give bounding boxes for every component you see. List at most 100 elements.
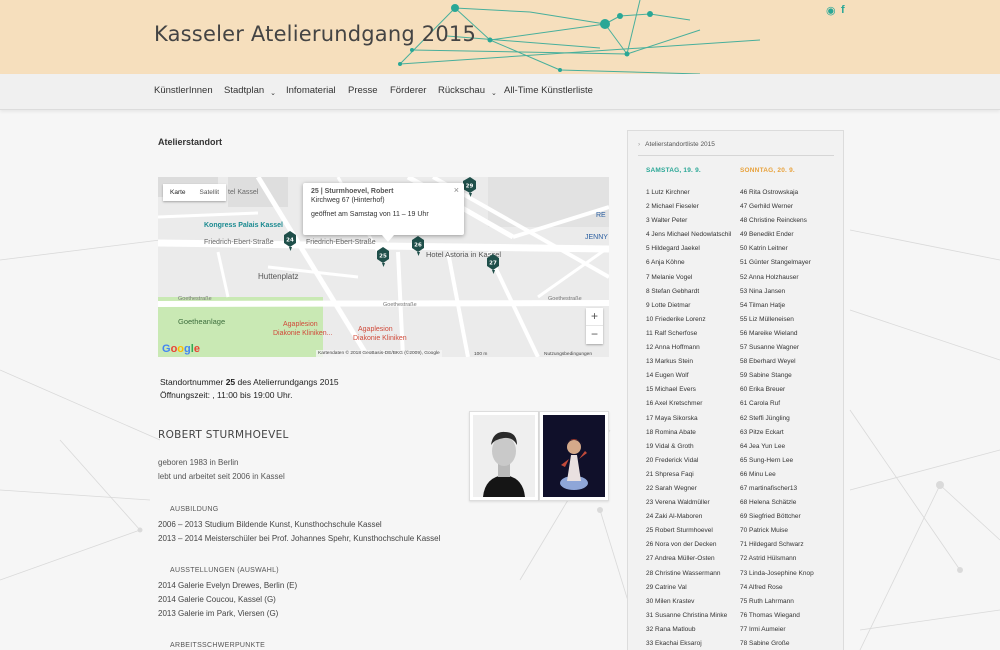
artist-link[interactable]: 4 Jens Michael Nedowlatschil [646, 228, 731, 242]
artist-link[interactable]: 33 Ekachai Eksaroj [646, 637, 731, 650]
map-terms-link[interactable]: Nutzungsbedingungen [544, 352, 592, 357]
artist-link[interactable]: 49 Benedikt Ender [740, 228, 814, 242]
artist-link[interactable]: 64 Jea Yun Lee [740, 440, 814, 454]
artist-link[interactable]: 13 Markus Stein [646, 355, 731, 369]
artist-link[interactable]: 12 Anna Hoffmann [646, 341, 731, 355]
artist-link[interactable]: 16 Axel Kretschmer [646, 397, 731, 411]
map-marker-24[interactable]: 24 [284, 231, 296, 251]
artist-link[interactable]: 17 Maya Sikorska [646, 412, 731, 426]
zoom-in-button[interactable]: + [586, 308, 603, 326]
artist-link[interactable]: 71 Hildegard Schwarz [740, 538, 814, 552]
artist-link[interactable]: 57 Susanne Wagner [740, 341, 814, 355]
artist-link[interactable]: 76 Thomas Wiegand [740, 609, 814, 623]
artist-link[interactable]: 67 martinafischer13 [740, 482, 814, 496]
artist-link[interactable]: 21 Shpresa Faqi [646, 468, 731, 482]
nav-item-stadtplan[interactable]: Stadtplan ⌄ [224, 85, 276, 97]
artist-link[interactable]: 78 Sabine Große [740, 637, 814, 650]
site-title[interactable]: Kasseler Atelierundgang 2015 [154, 22, 476, 46]
nav-item-all-time-kuenstlerliste[interactable]: All-Time Künstlerliste [504, 85, 593, 96]
artist-portrait-image[interactable] [469, 411, 539, 501]
artist-link[interactable]: 55 Liz Mülleneisen [740, 313, 814, 327]
artist-link[interactable]: 51 Günter Stangelmayer [740, 256, 814, 270]
artist-link[interactable]: 47 Gerhild Werner [740, 200, 814, 214]
zoom-out-button[interactable]: − [586, 326, 603, 344]
artist-link[interactable]: 46 Rita Ostrowskaja [740, 186, 814, 200]
artist-link[interactable]: 26 Nora von der Decken [646, 538, 731, 552]
location-map[interactable]: tel Kassel Kongress Palais Kassel Friedr… [158, 177, 609, 357]
artist-link[interactable]: 18 Romina Abate [646, 426, 731, 440]
artist-link[interactable]: 5 Hildegard Jaekel [646, 242, 731, 256]
artist-link[interactable]: 54 Tilman Hatje [740, 299, 814, 313]
artist-link[interactable]: 7 Melanie Vogel [646, 271, 731, 285]
artist-link[interactable]: 27 Andrea Müller-Osten [646, 552, 731, 566]
info-window-title: 25 | Sturmhoevel, Robert [311, 188, 394, 195]
artist-link[interactable]: 15 Michael Evers [646, 383, 731, 397]
artist-link[interactable]: 69 Siegfried Böttcher [740, 510, 814, 524]
artist-link[interactable]: 66 Minu Lee [740, 468, 814, 482]
artist-link[interactable]: 31 Susanne Christina Minke [646, 609, 731, 623]
map-type-karte-button[interactable]: Karte [163, 184, 193, 201]
section-line: 2013 – 2014 Meisterschüler bei Prof. Joh… [158, 534, 441, 543]
artist-link[interactable]: 19 Vidal & Groth [646, 440, 731, 454]
artist-link[interactable]: 25 Robert Sturmhoevel [646, 524, 731, 538]
map-info-window: 25 | Sturmhoevel, Robert Kirchweg 67 (Hi… [303, 183, 464, 235]
artist-link[interactable]: 56 Mareike Wieland [740, 327, 814, 341]
artist-link[interactable]: 70 Patrick Muise [740, 524, 814, 538]
artist-link[interactable]: 53 Nina Jansen [740, 285, 814, 299]
artist-link[interactable]: 48 Christine Reinckens [740, 214, 814, 228]
artist-link[interactable]: 65 Sung-Hern Lee [740, 454, 814, 468]
artist-link[interactable]: 62 Steffi Jüngling [740, 412, 814, 426]
artist-link[interactable]: 3 Walter Peter [646, 214, 731, 228]
map-marker-27[interactable]: 27 [487, 254, 499, 274]
artist-link[interactable]: 50 Katrin Leitner [740, 242, 814, 256]
map-marker-29[interactable]: 29 [463, 177, 476, 197]
artist-link[interactable]: 58 Eberhard Weyel [740, 355, 814, 369]
artist-link[interactable]: 10 Friederike Lorenz [646, 313, 731, 327]
nav-item-label: Stadtplan [224, 85, 265, 96]
artist-link[interactable]: 28 Christine Wassermann [646, 567, 731, 581]
facebook-icon[interactable]: f [841, 4, 845, 16]
map-marker-25[interactable]: 25 [377, 247, 389, 267]
map-attribution: Kartendaten © 2018 GeoBasis-DE/BKG (©200… [316, 350, 442, 357]
chevron-down-icon: ⌄ [491, 90, 497, 97]
artist-link[interactable]: 29 Catrine Val [646, 581, 731, 595]
map-marker-26[interactable]: 26 [412, 236, 424, 256]
nav-item-presse[interactable]: Presse [348, 85, 378, 96]
artist-link[interactable]: 73 Linda-Josephine Knop [740, 567, 814, 581]
artist-link[interactable]: 72 Astrid Hülsmann [740, 552, 814, 566]
artist-link[interactable]: 23 Verena Waldmüller [646, 496, 731, 510]
artist-link[interactable]: 60 Erika Breuer [740, 383, 814, 397]
artist-link[interactable]: 24 Zaki Al-Maboren [646, 510, 731, 524]
artist-link[interactable]: 75 Ruth Lahrmann [740, 595, 814, 609]
artwork-image[interactable] [539, 411, 609, 501]
close-icon[interactable]: × [454, 185, 459, 195]
artist-link[interactable]: 77 Irmi Aumeier [740, 623, 814, 637]
sidebar-title[interactable]: › Atelierstandortliste 2015 [638, 141, 715, 148]
site-header: Kasseler Atelierundgang 2015 ◉ f [0, 0, 1000, 74]
rss-icon[interactable]: ◉ [826, 4, 836, 17]
artist-link[interactable]: 52 Anna Holzhauser [740, 271, 814, 285]
nav-item-kuenstlerinnen[interactable]: KünstlerInnen [154, 85, 213, 96]
artist-link[interactable]: 63 Pitze Eckart [740, 426, 814, 440]
artist-link[interactable]: 2 Michael Fieseler [646, 200, 731, 214]
artist-link[interactable]: 30 Milen Krastev [646, 595, 731, 609]
artist-link[interactable]: 59 Sabine Stange [740, 369, 814, 383]
marker-label: 24 [286, 238, 294, 244]
artist-link[interactable]: 32 Rana Matloub [646, 623, 731, 637]
artist-link[interactable]: 20 Frederick Vidal [646, 454, 731, 468]
artist-link[interactable]: 1 Lutz Kirchner [646, 186, 731, 200]
nav-item-rueckschau[interactable]: Rückschau ⌄ [438, 85, 497, 97]
artist-link[interactable]: 11 Ralf Scherfose [646, 327, 731, 341]
nav-item-foerderer[interactable]: Förderer [390, 85, 426, 96]
artist-link[interactable]: 22 Sarah Wegner [646, 482, 731, 496]
artist-link[interactable]: 6 Anja Köhne [646, 256, 731, 270]
location-prefix: Standortnummer [160, 377, 224, 387]
artist-link[interactable]: 61 Carola Ruf [740, 397, 814, 411]
nav-item-infomaterial[interactable]: Infomaterial [286, 85, 336, 96]
artist-link[interactable]: 8 Stefan Gebhardt [646, 285, 731, 299]
artist-link[interactable]: 9 Lotte Dietmar [646, 299, 731, 313]
artist-link[interactable]: 74 Alfred Rose [740, 581, 814, 595]
map-type-satellit-button[interactable]: Satellit [193, 184, 227, 201]
artist-link[interactable]: 14 Eugen Wolf [646, 369, 731, 383]
artist-link[interactable]: 68 Helena Schätzle [740, 496, 814, 510]
